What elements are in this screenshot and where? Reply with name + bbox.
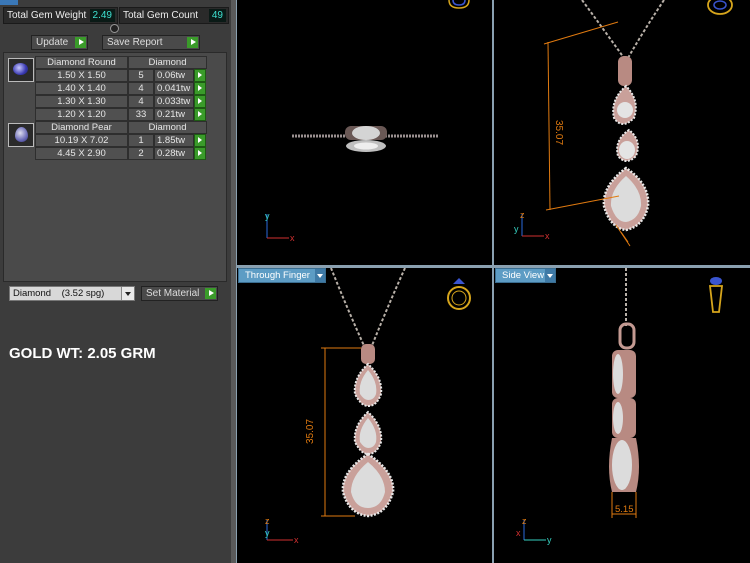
axis-x-label: x (516, 528, 521, 538)
table-row-count: 1 (128, 134, 154, 147)
gold-weight-text: GOLD WT: 2.05 GRM (9, 345, 156, 362)
row-select-button[interactable] (194, 95, 206, 108)
axis-z-label: z (520, 210, 525, 220)
viewport-top[interactable]: y x (237, 0, 492, 265)
table-row-size: 4.45 X 2.90 (35, 147, 128, 160)
total-gem-weight-value: 2.49 (89, 9, 115, 22)
gem-report-panel: Total Gem Weight 2.49 Total Gem Count 49… (0, 0, 231, 563)
row-select-button[interactable] (194, 108, 206, 121)
pendant-top-view (292, 126, 439, 152)
round-header-size: Diamond Round (35, 56, 128, 69)
round-diamond-icon (8, 58, 34, 82)
table-row-weight: 0.041tw (154, 82, 194, 95)
update-button-label: Update (36, 37, 69, 48)
axis-z-label: z (265, 516, 270, 526)
play-arrow-icon (187, 37, 198, 48)
table-row-weight: 0.21tw (154, 108, 194, 121)
table-row-size: 1.50 X 1.50 (35, 69, 128, 82)
total-gem-count-box: Total Gem Count 49 (119, 7, 229, 24)
save-report-button-label: Save Report (107, 37, 163, 48)
axis-x-label: x (290, 233, 295, 243)
round-header-material: Diamond (128, 56, 207, 69)
ring-gizmo-icon (448, 0, 470, 9)
set-material-button-label: Set Material (146, 288, 200, 299)
table-row-count: 4 (128, 82, 154, 95)
table-row-size: 1.30 X 1.30 (35, 95, 128, 108)
axis-gizmo-icon: z y x (514, 210, 550, 241)
axis-y-label: y (265, 528, 270, 538)
table-row-weight: 0.033tw (154, 95, 194, 108)
axis-gizmo-icon: z x y (516, 516, 552, 545)
pear-header-material: Diamond (128, 121, 207, 134)
front-dimension-label: 35.07 (553, 120, 564, 145)
save-report-button[interactable]: Save Report (102, 35, 200, 50)
axis-y-label: y (547, 535, 552, 545)
table-row-weight: 0.06tw (154, 69, 194, 82)
axis-gizmo-icon: z y x (265, 516, 299, 545)
table-row-size: 1.20 X 1.20 (35, 108, 128, 121)
table-row-size: 10.19 X 7.02 (35, 134, 128, 147)
table-row-size: 1.40 X 1.40 (35, 82, 128, 95)
play-arrow-icon (75, 37, 86, 48)
total-gem-count-label: Total Gem Count (123, 10, 199, 21)
axis-x-label: x (294, 535, 299, 545)
chevron-down-icon[interactable] (121, 287, 134, 300)
axis-x-label: x (545, 231, 550, 241)
panel-tab-strip (0, 0, 18, 5)
ring-gizmo-icon (707, 0, 733, 15)
pendant-through-finger-view (341, 344, 395, 518)
pendant-side-view (609, 322, 639, 492)
table-row-count: 33 (128, 108, 154, 121)
splitter-knob[interactable] (110, 24, 119, 33)
row-select-button[interactable] (194, 147, 206, 160)
ring-gizmo-icon (708, 277, 724, 313)
pear-header-size: Diamond Pear (35, 121, 128, 134)
side-dimension-label: 5.15 (615, 504, 634, 515)
finger-dimension-label: 35.07 (305, 419, 316, 444)
ring-gizmo-icon (447, 278, 471, 310)
table-row-count: 4 (128, 95, 154, 108)
total-gem-weight-label: Total Gem Weight (7, 10, 87, 21)
table-row-weight: 1.85tw (154, 134, 194, 147)
total-gem-weight-box: Total Gem Weight 2.49 (3, 7, 118, 24)
set-material-button[interactable]: Set Material (141, 286, 218, 301)
pendant-front-view (602, 56, 650, 232)
pear-diamond-icon (8, 123, 34, 147)
axis-y-label: y (514, 224, 519, 234)
material-select[interactable]: Diamond (3.52 spg) (9, 286, 135, 301)
total-gem-count-value: 49 (208, 9, 226, 22)
axis-z-label: z (522, 516, 527, 526)
viewport-through-finger[interactable]: Through Finger 35.07 z y x (237, 268, 492, 563)
table-row-count: 5 (128, 69, 154, 82)
viewport-front[interactable]: 35.07 z y x (494, 0, 750, 265)
table-row-weight: 0.28tw (154, 147, 194, 160)
axis-y-label: y (265, 211, 270, 221)
row-select-button[interactable] (194, 69, 206, 82)
pendant-chain (330, 268, 406, 349)
update-button[interactable]: Update (31, 35, 88, 50)
row-select-button[interactable] (194, 134, 206, 147)
viewport-side[interactable]: Side View 5.15 z x y (494, 268, 750, 563)
table-row-count: 2 (128, 147, 154, 160)
axis-gizmo-icon: y x (265, 211, 295, 243)
material-select-value: Diamond (3.52 spg) (13, 288, 105, 299)
row-select-button[interactable] (194, 82, 206, 95)
play-arrow-icon (205, 288, 216, 299)
